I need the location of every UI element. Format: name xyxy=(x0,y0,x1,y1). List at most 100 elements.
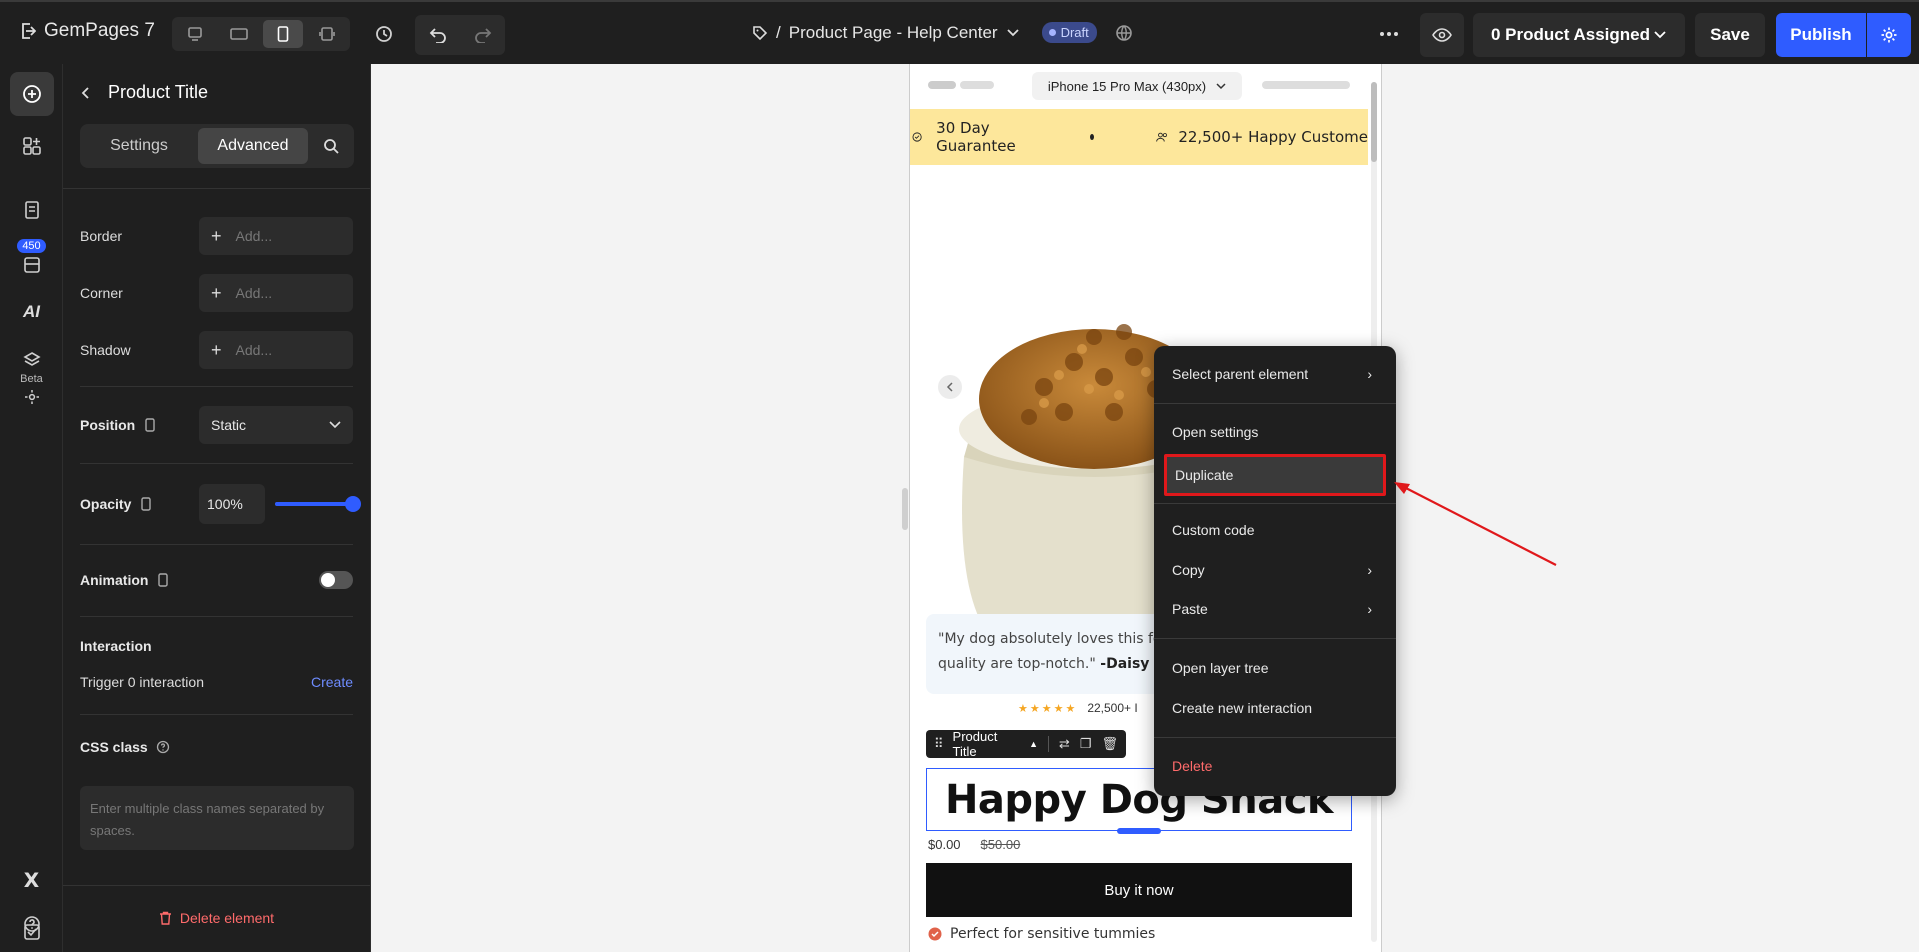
globe-icon[interactable] xyxy=(1115,24,1133,42)
annotation-arrow xyxy=(1394,482,1557,566)
chevron-down-icon xyxy=(1006,28,1019,36)
tablet-view-button[interactable] xyxy=(219,20,259,48)
device-select[interactable]: iPhone 15 Pro Max (430px) xyxy=(1032,72,1242,100)
resize-bar[interactable] xyxy=(1117,828,1161,834)
menu-item-duplicate[interactable]: Duplicate xyxy=(1164,454,1386,496)
code-button[interactable]: 𝗫 xyxy=(0,860,63,900)
scrollbar-thumb[interactable] xyxy=(1371,82,1377,162)
desktop-view-button[interactable] xyxy=(175,20,215,48)
check-circle-icon xyxy=(928,927,942,941)
help-button[interactable] xyxy=(0,904,63,944)
menu-label: Select parent element xyxy=(1172,366,1309,382)
responsive-icon xyxy=(319,27,335,41)
opacity-slider[interactable] xyxy=(275,496,361,512)
opacity-input[interactable]: 100% xyxy=(199,484,265,524)
product-assigned-dropdown[interactable]: 0 Product Assigned xyxy=(1473,13,1685,57)
publish-settings-button[interactable] xyxy=(1867,13,1911,57)
more-options-button[interactable] xyxy=(1372,17,1406,51)
history-button[interactable] xyxy=(367,17,401,51)
animation-label-group: Animation xyxy=(80,572,169,588)
divider xyxy=(80,616,353,617)
menu-divider xyxy=(1154,503,1396,504)
marquee-dot xyxy=(1089,134,1094,140)
publish-button[interactable]: Publish xyxy=(1776,13,1866,57)
resize-handle[interactable] xyxy=(902,488,908,530)
animation-toggle[interactable] xyxy=(319,571,353,589)
interaction-row: Trigger 0 interaction Create xyxy=(80,668,353,696)
ai-button[interactable]: AI xyxy=(0,292,63,332)
menu-item-open-layer-tree[interactable]: Open layer tree xyxy=(1164,650,1386,686)
phone-notch-left xyxy=(928,81,956,89)
create-interaction-link[interactable]: Create xyxy=(311,674,353,690)
grid-icon xyxy=(22,137,41,155)
save-button[interactable]: Save xyxy=(1695,13,1765,57)
back-icon[interactable] xyxy=(80,86,90,100)
interaction-text: Trigger 0 interaction xyxy=(80,674,204,690)
menu-item-select-parent[interactable]: Select parent element › xyxy=(1164,356,1386,392)
context-menu: Select parent element › Open settings Du… xyxy=(1154,346,1396,796)
layers-button[interactable]: Beta xyxy=(0,344,63,412)
shadow-add-text: Add... xyxy=(235,342,273,358)
corner-add-button[interactable]: + Add... xyxy=(199,274,353,312)
menu-item-paste[interactable]: Paste › xyxy=(1164,591,1386,627)
chevron-down-icon xyxy=(329,421,341,429)
position-select[interactable]: Static xyxy=(199,406,353,444)
menu-item-delete[interactable]: Delete xyxy=(1164,748,1386,784)
tab-advanced[interactable]: Advanced xyxy=(198,128,308,164)
opacity-label-group: Opacity xyxy=(80,496,152,512)
pages-button[interactable] xyxy=(0,190,63,230)
benefit-item: Perfect for sensitive tummies xyxy=(928,926,1155,942)
menu-item-create-interaction[interactable]: Create new interaction xyxy=(1164,690,1386,726)
settings-icon xyxy=(24,390,39,404)
border-label: Border xyxy=(80,228,123,244)
menu-label: Custom code xyxy=(1172,522,1255,538)
border-row: Border + Add... xyxy=(80,217,353,255)
undo-button[interactable] xyxy=(429,27,447,43)
library-badge: 450 xyxy=(17,239,46,253)
mobile-view-button[interactable] xyxy=(263,20,303,48)
shadow-add-button[interactable]: + Add... xyxy=(199,331,353,369)
caret-up-icon[interactable]: ▲ xyxy=(1029,739,1038,749)
element-toolbar-label[interactable]: Product Title xyxy=(953,729,1020,759)
corner-row: Corner + Add... xyxy=(80,274,353,312)
animation-label: Animation xyxy=(80,572,149,588)
rating-text: 22,500+ I xyxy=(1087,701,1138,715)
menu-item-copy[interactable]: Copy › xyxy=(1164,552,1386,588)
sections-button[interactable] xyxy=(0,126,63,166)
chevron-right-icon: › xyxy=(1367,366,1372,382)
divider xyxy=(80,714,353,715)
interaction-heading-row: Interaction xyxy=(80,632,353,660)
add-element-button[interactable] xyxy=(0,72,63,116)
copy-icon[interactable]: ❐ xyxy=(1080,736,1092,752)
css-class-input[interactable]: Enter multiple class names separated by … xyxy=(80,786,354,850)
preview-button[interactable] xyxy=(1420,13,1464,57)
opacity-controls: 100% xyxy=(199,484,361,524)
menu-item-open-settings[interactable]: Open settings xyxy=(1164,414,1386,450)
x-icon: 𝗫 xyxy=(23,869,40,892)
menu-item-custom-code[interactable]: Custom code xyxy=(1164,512,1386,548)
opacity-row: Opacity 100% xyxy=(80,483,361,525)
trash-icon[interactable]: 🗑 xyxy=(1101,736,1118,752)
library-button[interactable]: 450 xyxy=(0,230,63,282)
undo-redo-group xyxy=(415,15,505,55)
opacity-slider-handle[interactable] xyxy=(345,496,361,512)
status-dot xyxy=(1048,29,1056,36)
border-add-button[interactable]: + Add... xyxy=(199,217,353,255)
drag-handle-icon[interactable]: ⠿ xyxy=(934,736,943,752)
menu-label: Open layer tree xyxy=(1172,660,1269,676)
responsive-view-button[interactable] xyxy=(307,20,347,48)
info-icon[interactable] xyxy=(156,740,170,754)
rating-row: ★★★★★ 22,500+ I xyxy=(1018,701,1138,715)
tab-settings[interactable]: Settings xyxy=(84,128,194,164)
sync-icon[interactable]: ⇄ xyxy=(1059,736,1070,752)
divider xyxy=(63,885,370,886)
delete-element-button[interactable]: Delete element xyxy=(63,910,370,926)
redo-button[interactable] xyxy=(474,27,492,43)
buy-now-button[interactable]: Buy it now xyxy=(926,863,1352,917)
page-breadcrumb[interactable]: / Product Page - Help Center Draft xyxy=(752,22,1133,43)
carousel-prev-button[interactable] xyxy=(938,375,962,399)
app-logo[interactable]: GemPages 7 xyxy=(20,20,155,42)
position-label-group: Position xyxy=(80,417,155,433)
panel-search-button[interactable] xyxy=(312,138,350,154)
status-text: Draft xyxy=(1060,25,1089,40)
